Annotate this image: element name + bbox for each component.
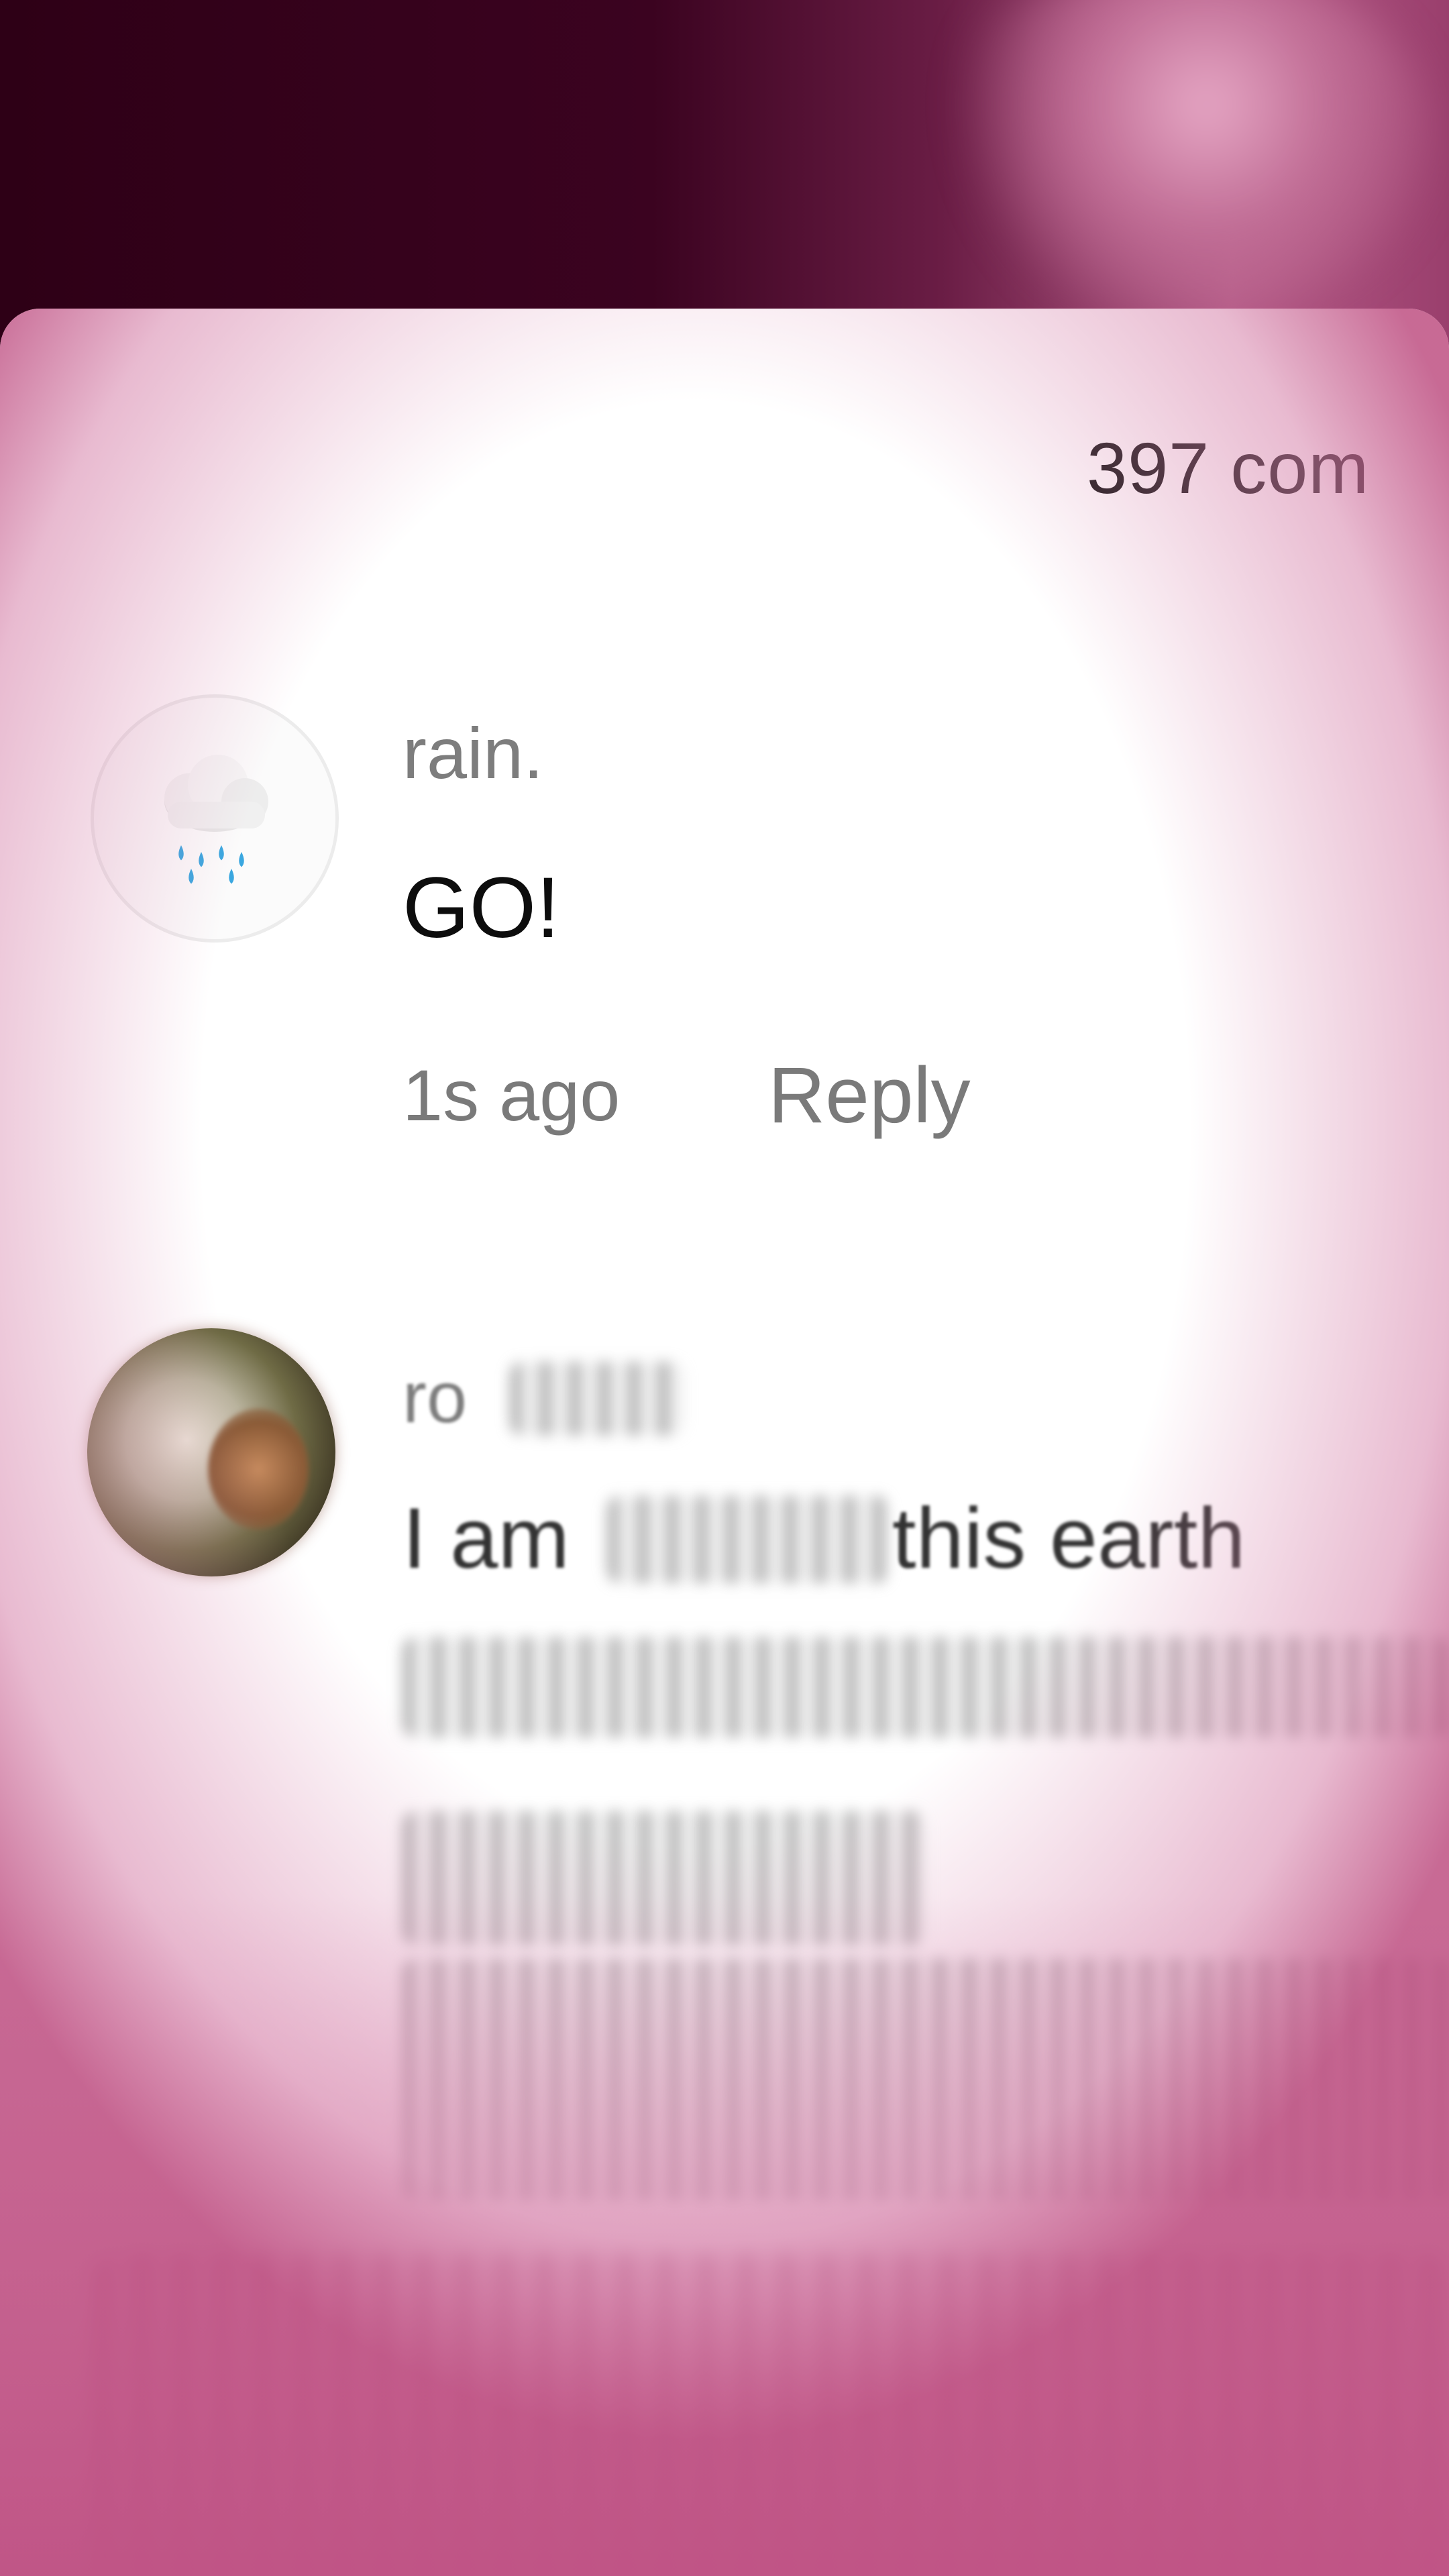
avatar[interactable] — [87, 1328, 335, 1576]
blurred-text — [402, 1637, 1449, 1737]
comments-sheet: 397 com rain. GO! 1s ago Reply ro I am t… — [0, 309, 1449, 2576]
video-background — [0, 0, 1449, 349]
blurred-comment — [94, 2254, 1449, 2576]
blurred-text — [607, 1496, 889, 1583]
comment-timestamp: 1s ago — [402, 1055, 621, 1136]
reply-button[interactable]: Reply — [768, 1050, 971, 1141]
comment-username[interactable]: ro — [402, 1355, 467, 1439]
comment-text-start: I am — [402, 1491, 570, 1587]
video-blur-highlight — [926, 0, 1436, 322]
cloud-with-rain-icon — [164, 755, 268, 884]
blurred-text — [510, 1362, 684, 1436]
comment-username[interactable]: rain. — [402, 711, 543, 795]
comment-text: GO! — [402, 860, 560, 956]
avatar[interactable] — [91, 694, 339, 943]
comment-count: 397 com — [1087, 427, 1370, 508]
screen: 397 com rain. GO! 1s ago Reply ro I am t… — [0, 0, 1449, 2576]
comment-text-end: this earth — [892, 1491, 1246, 1587]
blurred-text — [402, 1959, 1449, 2200]
blurred-text — [402, 1811, 926, 1945]
